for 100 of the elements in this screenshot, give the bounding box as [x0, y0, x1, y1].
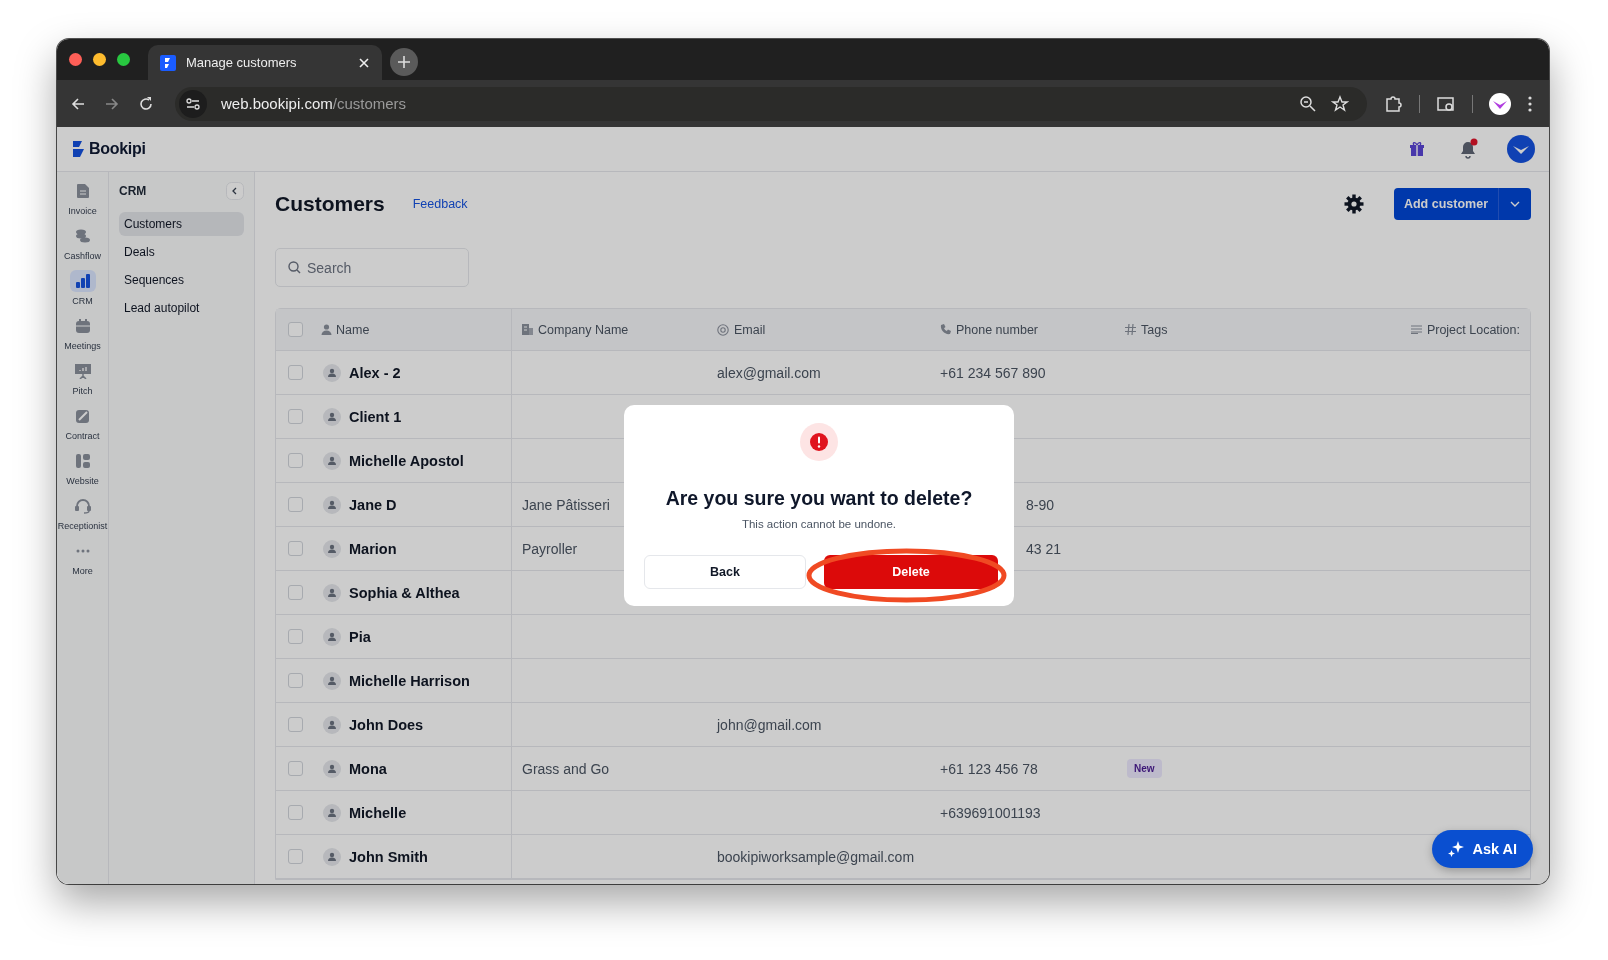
chevron-down-icon: [1510, 201, 1520, 207]
row-checkbox[interactable]: [288, 673, 303, 688]
at-sign-icon: [717, 323, 729, 336]
customer-name[interactable]: Sophia & Althea: [349, 584, 460, 601]
customer-name[interactable]: Alex - 2: [349, 364, 401, 381]
column-header[interactable]: Project Location:: [1426, 322, 1520, 337]
site-settings-icon[interactable]: [179, 89, 207, 118]
menu-icon[interactable]: [1527, 94, 1533, 113]
maximize-window-button[interactable]: [117, 53, 130, 66]
ask-ai-button[interactable]: Ask AI: [1432, 830, 1533, 868]
document-icon: [76, 184, 89, 198]
customer-name[interactable]: John Smith: [349, 848, 428, 865]
customer-name[interactable]: Michelle Apostol: [349, 452, 464, 469]
delete-button[interactable]: Delete: [824, 555, 998, 589]
row-checkbox[interactable]: [288, 629, 303, 644]
sidebar-item[interactable]: Lead autopilot: [119, 296, 244, 320]
row-checkbox[interactable]: [288, 541, 303, 556]
minimize-window-button[interactable]: [93, 53, 106, 66]
row-checkbox[interactable]: [288, 365, 303, 380]
company-name: Grass and Go: [522, 760, 610, 777]
nav-rail-item[interactable]: Receptionist: [57, 495, 108, 536]
building-icon: [522, 324, 533, 335]
headset-icon: [74, 498, 91, 514]
row-checkbox[interactable]: [288, 805, 303, 820]
nav-rail-item[interactable]: Pitch: [57, 360, 108, 401]
sidebar-item[interactable]: Deals: [119, 240, 244, 264]
avatar-icon: [323, 759, 341, 778]
company-name: Payroller: [522, 540, 578, 557]
extensions-icon[interactable]: [1383, 93, 1403, 114]
sidebar-item[interactable]: Sequences: [119, 268, 244, 292]
row-checkbox[interactable]: [288, 849, 303, 864]
layout-icon: [75, 454, 90, 468]
hash-icon: [1125, 324, 1136, 335]
search-field[interactable]: Search: [275, 248, 469, 287]
feedback-link[interactable]: Feedback: [412, 197, 468, 211]
column-header[interactable]: Phone number: [956, 322, 1038, 337]
customer-name[interactable]: Mona: [349, 760, 387, 777]
nav-rail-item[interactable]: Cashflow: [57, 225, 108, 266]
customer-name[interactable]: John Does: [349, 716, 424, 733]
tag: New: [1127, 759, 1162, 778]
row-checkbox[interactable]: [288, 409, 303, 424]
close-icon[interactable]: [358, 56, 370, 69]
avatar-icon: [323, 847, 341, 866]
gift-icon[interactable]: [1409, 141, 1425, 157]
column-header[interactable]: Name: [336, 322, 370, 337]
nav-rail-item[interactable]: Website: [57, 450, 108, 491]
phone-number: 8-90: [1026, 496, 1055, 513]
customer-name[interactable]: Pia: [349, 628, 371, 645]
row-checkbox[interactable]: [288, 761, 303, 776]
avatar-icon: [323, 627, 341, 646]
profile-avatar-icon[interactable]: [1489, 92, 1511, 115]
nav-rail-item[interactable]: Meetings: [57, 315, 108, 356]
column-header[interactable]: Company Name: [538, 322, 629, 337]
nav-rail-item[interactable]: Contract: [57, 405, 108, 446]
nav-rail-item[interactable]: CRM: [57, 270, 108, 311]
row-checkbox[interactable]: [288, 717, 303, 732]
row-checkbox[interactable]: [288, 453, 303, 468]
presentation-icon: [74, 363, 91, 379]
tab-title: Manage customers: [186, 55, 298, 70]
logo-icon: [73, 141, 85, 157]
sparkle-icon: [1448, 841, 1465, 857]
row-checkbox[interactable]: [288, 585, 303, 600]
new-tab-icon[interactable]: [390, 48, 418, 76]
person-icon: [321, 324, 332, 335]
section-title: CRM: [119, 184, 147, 198]
alert-icon: [800, 423, 838, 461]
select-all-checkbox[interactable]: [288, 322, 303, 337]
favicon-icon: [160, 54, 176, 71]
close-window-button[interactable]: [69, 53, 82, 66]
logo-text: Bookipi: [89, 140, 146, 158]
row-checkbox[interactable]: [288, 497, 303, 512]
bar-chart-icon: [75, 274, 90, 288]
dialog-title: Are you sure you want to delete?: [665, 487, 973, 510]
settings-icon[interactable]: [1343, 194, 1364, 214]
email-address: bookipiworksample@gmail.com: [717, 848, 915, 865]
phone-number: 43 21: [1026, 540, 1062, 557]
nav-rail-item[interactable]: Invoice: [57, 180, 108, 221]
customer-name[interactable]: Client 1: [349, 408, 402, 425]
email-address: john@gmail.com: [717, 716, 822, 733]
column-header[interactable]: Email: [734, 322, 766, 337]
avatar-icon: [323, 495, 341, 514]
back-button[interactable]: Back: [644, 555, 806, 589]
customer-name[interactable]: Marion: [349, 540, 397, 557]
search-icon: [288, 261, 301, 274]
sidebar-item[interactable]: Customers: [119, 212, 244, 236]
zoom-icon[interactable]: [1299, 94, 1317, 113]
calendar-icon: [75, 319, 90, 333]
reload-icon[interactable]: [137, 94, 155, 113]
avatar-icon: [323, 363, 341, 382]
account-avatar-icon[interactable]: [1507, 135, 1535, 163]
column-header[interactable]: Tags: [1141, 322, 1168, 337]
bookmark-star-icon[interactable]: [1331, 94, 1349, 113]
more-icon: [75, 549, 90, 553]
address-bar[interactable]: web.bookipi.com/customers: [175, 86, 1367, 121]
customer-name[interactable]: Michelle: [349, 804, 407, 821]
avatar-icon: [323, 803, 341, 822]
customer-name[interactable]: Michelle Harrison: [349, 672, 470, 689]
nav-rail-item[interactable]: More: [57, 540, 108, 581]
browser-tab[interactable]: Manage customers: [148, 45, 382, 80]
customer-name[interactable]: Jane D: [349, 496, 397, 513]
